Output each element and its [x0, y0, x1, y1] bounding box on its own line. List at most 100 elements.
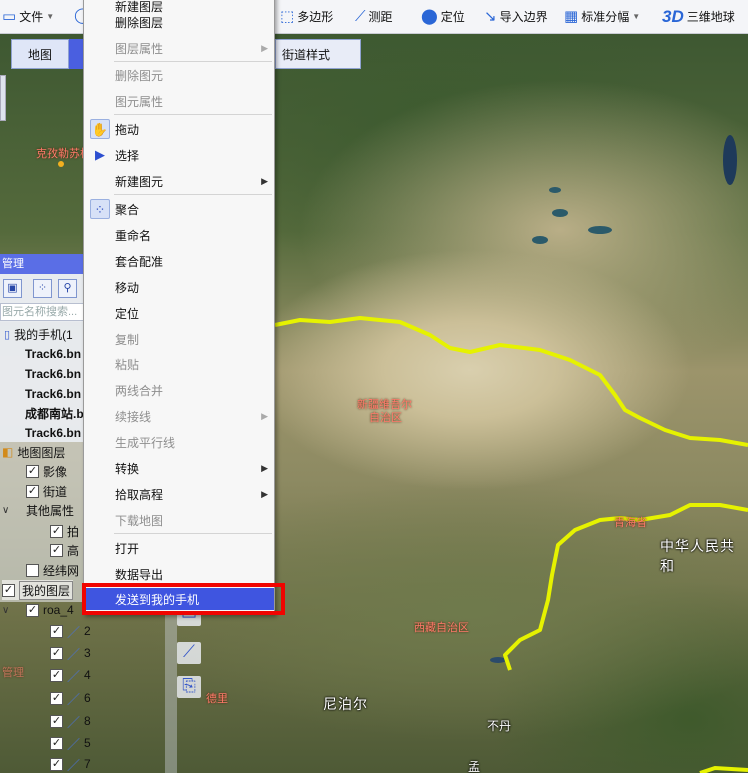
map-label-fragment: 管理: [2, 667, 24, 679]
lake: [588, 226, 612, 234]
checkbox-checked-icon[interactable]: ✓: [26, 603, 39, 617]
tree-item-map-layers[interactable]: ◧ 地图图层: [2, 442, 65, 462]
checkbox-checked-icon[interactable]: ✓: [50, 543, 63, 557]
checkbox-checked-icon[interactable]: ✓: [50, 714, 63, 728]
import-boundary-button[interactable]: ↘ 导入边界: [484, 8, 548, 25]
tree-item-sub[interactable]: ✓ ／ 2: [50, 621, 91, 641]
tree-item-sub[interactable]: ✓ ／ 3: [50, 643, 91, 663]
tree-item-label: 我的图层: [19, 580, 74, 600]
menu-item-cluster[interactable]: ⁘ 聚合: [84, 196, 274, 222]
tree-item-other-a[interactable]: ✓ 拍: [50, 521, 79, 541]
submenu-arrow-icon: ▶: [261, 42, 268, 53]
context-menu: 新建图层 删除图层 图层属性 ▶ 删除图元 图元属性 ✋ 拖动 ▶ 选择 新建图元 ▶ …: [83, 0, 275, 615]
menu-item-pick-elevation[interactable]: 拾取高程 ▶: [84, 481, 274, 507]
lake: [549, 187, 561, 193]
threed-earth-button[interactable]: 3D 三维地球: [662, 8, 735, 25]
tree-item-my-phone[interactable]: ▯ 我的手机(1: [4, 324, 73, 344]
menu-item-copy[interactable]: 复制: [84, 326, 274, 352]
menu-item-paste[interactable]: 粘贴: [84, 351, 274, 377]
menu-item-locate[interactable]: 定位: [84, 300, 274, 326]
highlight-frame: [82, 583, 285, 615]
tree-item-label: 拍: [67, 524, 80, 539]
tree-item-other-props[interactable]: ∨ 其他属性: [2, 500, 74, 520]
search-icon[interactable]: ⚲: [58, 279, 77, 298]
tree-item-label: 经纬网: [43, 563, 80, 578]
tree-item-sub[interactable]: ✓ ／ 4: [50, 665, 91, 685]
checkbox-checked-icon[interactable]: ✓: [50, 691, 63, 705]
menu-separator: [114, 533, 272, 534]
menu-item-feature-props[interactable]: 图元属性: [84, 88, 274, 114]
menu-item-label: 选择: [115, 148, 140, 163]
tree-item-my-layers[interactable]: ✓ 我的图层: [2, 580, 74, 600]
polygon-button[interactable]: ⬚ 多边形: [280, 8, 333, 25]
tree-item-sub[interactable]: ✓ ／ 5: [50, 733, 91, 753]
menu-item-registration[interactable]: 套合配准: [84, 248, 274, 274]
checkbox-checked-icon[interactable]: ✓: [2, 583, 15, 597]
menu-item-drag[interactable]: ✋ 拖动: [84, 116, 274, 142]
tree-item-track[interactable]: Track6.bn: [25, 344, 81, 364]
menu-item-layer-props[interactable]: 图层属性 ▶: [84, 35, 274, 61]
tab-street-style[interactable]: 街道样式: [275, 39, 361, 69]
threed-earth-label: 三维地球: [686, 10, 735, 24]
line-icon: ／: [67, 624, 81, 640]
tree-item-street[interactable]: ✓ 街道: [26, 481, 67, 501]
tree-item-layer[interactable]: ∨ ✓ roa_4: [2, 600, 74, 620]
collapse-handle[interactable]: [0, 75, 6, 121]
menu-item-label: 拖动: [115, 122, 140, 137]
menu-item-convert[interactable]: 转换 ▶: [84, 455, 274, 481]
line-icon: ／: [67, 736, 81, 752]
import-boundary-label: 导入边界: [499, 10, 548, 24]
checkbox-checked-icon[interactable]: ✓: [50, 624, 63, 638]
menu-item-select[interactable]: ▶ 选择: [84, 142, 274, 168]
scrollbar[interactable]: [165, 600, 177, 773]
menu-item-move[interactable]: 移动: [84, 274, 274, 300]
menu-item-download-map[interactable]: 下载地图: [84, 507, 274, 533]
tree-item-sub[interactable]: ✓ ／ 6: [50, 688, 91, 708]
checkbox-checked-icon[interactable]: ✓: [26, 484, 39, 498]
save-icon[interactable]: ▣: [3, 279, 22, 298]
menu-item-open[interactable]: 打开: [84, 535, 274, 561]
polygon-label: 多边形: [297, 10, 334, 24]
file-menu-button[interactable]: ▭ 文件 ▼: [2, 8, 54, 25]
tab-map[interactable]: 地图: [11, 39, 69, 69]
tree-item-label: 街道: [43, 484, 68, 499]
checkbox-checked-icon[interactable]: ✓: [50, 646, 63, 660]
checkbox-checked-icon[interactable]: ✓: [50, 736, 63, 750]
menu-item-new-feature[interactable]: 新建图元 ▶: [84, 168, 274, 194]
map-label-tibet: 西藏自治区: [414, 622, 469, 634]
tree-item-track[interactable]: Track6.bn: [25, 384, 81, 404]
measure-button[interactable]: ⟋ 测距: [355, 8, 393, 25]
checkbox-checked-icon[interactable]: ✓: [26, 464, 39, 478]
line-icon: ／: [67, 691, 81, 707]
menu-item-rename[interactable]: 重命名: [84, 222, 274, 248]
menu-item-delete-feature[interactable]: 删除图元: [84, 62, 274, 88]
line-icon: ／: [67, 646, 81, 662]
checkbox-checked-icon[interactable]: ✓: [50, 757, 63, 771]
export-icon[interactable]: ⎘: [177, 676, 201, 698]
ruler-icon[interactable]: ⟋: [177, 642, 201, 664]
chevron-down-icon[interactable]: ∨: [2, 605, 12, 616]
checkbox-checked-icon[interactable]: ✓: [50, 668, 63, 682]
file-menu-label: 文件: [19, 10, 44, 24]
cluster-icon[interactable]: ⁘: [33, 279, 52, 298]
standard-sheet-button[interactable]: ▦ 标准分幅 ▼: [564, 8, 640, 25]
menu-item-delete-layer[interactable]: 删除图层: [84, 9, 274, 35]
search-input[interactable]: 图元名称搜索...: [0, 303, 86, 321]
checkbox-unchecked-icon[interactable]: [26, 563, 39, 577]
tree-item-sub[interactable]: ✓ ／ 7: [50, 754, 91, 774]
menu-item-continue-line[interactable]: 续接线 ▶: [84, 403, 274, 429]
tree-item-imagery[interactable]: ✓ 影像: [26, 461, 67, 481]
tree-item-track[interactable]: Track6.bn: [25, 364, 81, 384]
tree-item-other-b[interactable]: ✓ 高: [50, 540, 79, 560]
tree-item-track[interactable]: 成都南站.b: [25, 403, 84, 423]
menu-item-parallel-line[interactable]: 生成平行线: [84, 429, 274, 455]
tree-item-track[interactable]: Track6.bn: [25, 423, 81, 443]
tree-item-graticule[interactable]: 经纬网: [26, 560, 79, 580]
chevron-down-icon[interactable]: ∨: [2, 505, 12, 516]
locate-button[interactable]: ⬤ 定位: [421, 8, 465, 25]
tree-item-sub[interactable]: ✓ ／ 8: [50, 711, 91, 731]
menu-item-merge-lines[interactable]: 两线合并: [84, 377, 274, 403]
tree-item-label: Track6.bn: [25, 347, 82, 361]
search-placeholder: 图元名称搜索...: [2, 306, 78, 318]
checkbox-checked-icon[interactable]: ✓: [50, 524, 63, 538]
